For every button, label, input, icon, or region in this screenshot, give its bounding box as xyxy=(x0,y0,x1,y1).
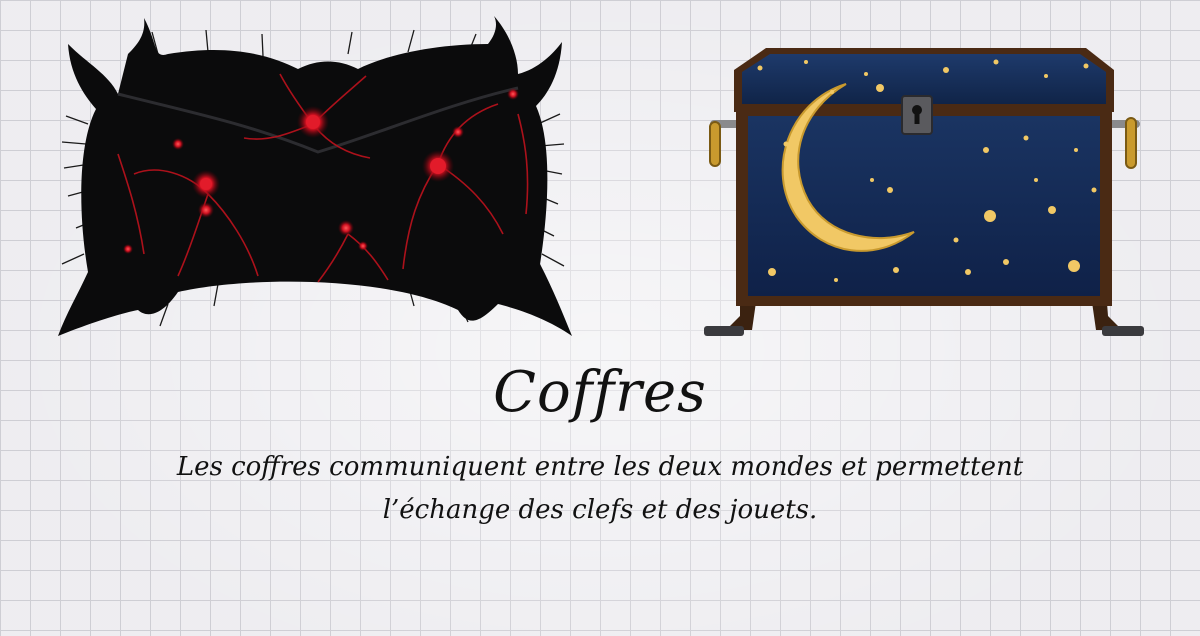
description-text: Les coffres communiquent entre les deux … xyxy=(100,446,1100,532)
page-title: Coffres xyxy=(493,360,707,425)
night-sky-chest-icon[interactable] xyxy=(696,40,1152,344)
description-line-2: l’échange des clefs et des jouets. xyxy=(382,495,818,525)
description-line-1: Les coffres communiquent entre les deux … xyxy=(176,452,1024,482)
shadow-chest-icon[interactable] xyxy=(48,14,578,344)
